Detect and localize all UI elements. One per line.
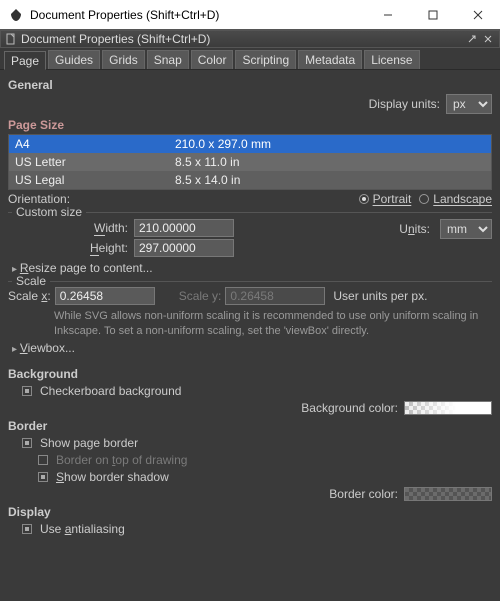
show-page-border-checkbox[interactable]: Show page border: [22, 436, 492, 450]
checkbox-icon: [22, 524, 32, 534]
scale-x-input[interactable]: [55, 287, 155, 305]
tab-metadata[interactable]: Metadata: [298, 50, 362, 69]
tab-license[interactable]: License: [364, 50, 419, 69]
document-icon: [5, 33, 17, 45]
height-input[interactable]: [134, 239, 234, 257]
tab-page[interactable]: Page: [4, 51, 46, 70]
width-label: Width:: [28, 219, 128, 237]
resize-to-content-expander[interactable]: Resize page to content...: [12, 261, 492, 275]
window-controls: [365, 0, 500, 29]
checkbox-icon: [22, 386, 32, 396]
app-logo-icon: [8, 7, 24, 23]
scale-x-label: Scale x:: [8, 289, 51, 303]
scale-group: Scale Scale x: Scale y: User units per p…: [8, 281, 492, 355]
tab-color[interactable]: Color: [191, 50, 234, 69]
dock-undock-button[interactable]: [465, 32, 479, 46]
checkerboard-checkbox[interactable]: Checkerboard background: [22, 384, 492, 398]
border-color-label: Border color:: [329, 487, 398, 501]
page-size-row-us-legal[interactable]: US Legal 8.5 x 14.0 in: [9, 171, 491, 189]
scale-help-text: While SVG allows non-uniform scaling it …: [54, 309, 492, 339]
show-border-shadow-checkbox[interactable]: Show border shadow: [38, 470, 492, 484]
dock-titlebar[interactable]: Document Properties (Shift+Ctrl+D): [0, 30, 500, 48]
custom-units-select[interactable]: mm: [440, 219, 492, 239]
orientation-landscape[interactable]: Landscape: [419, 192, 492, 206]
section-border: Border: [8, 419, 492, 433]
dock-close-button[interactable]: [481, 32, 495, 46]
window-title: Document Properties (Shift+Ctrl+D): [30, 8, 365, 22]
border-on-top-checkbox[interactable]: Border on top of drawing: [38, 453, 492, 467]
tab-snap[interactable]: Snap: [147, 50, 189, 69]
section-display: Display: [8, 505, 492, 519]
width-input[interactable]: [134, 219, 234, 237]
orientation-portrait[interactable]: Portrait: [359, 192, 412, 206]
radio-icon: [359, 194, 369, 204]
orientation-label: Orientation:: [8, 192, 70, 206]
tab-guides[interactable]: Guides: [48, 50, 100, 69]
minimize-button[interactable]: [365, 0, 410, 29]
close-button[interactable]: [455, 0, 500, 29]
tab-scripting[interactable]: Scripting: [235, 50, 296, 69]
display-units-label: Display units:: [369, 97, 440, 111]
display-units-select[interactable]: px: [446, 94, 492, 114]
checkbox-icon: [22, 438, 32, 448]
height-label: Height:: [28, 239, 128, 257]
checkbox-icon: [38, 472, 48, 482]
radio-icon: [419, 194, 429, 204]
border-color-swatch[interactable]: [404, 487, 492, 501]
section-general: General: [8, 78, 492, 92]
background-color-swatch[interactable]: [404, 401, 492, 415]
user-units-label: User units per px.: [333, 289, 427, 303]
custom-size-group: Custom size Width: Height: Units: mm Res…: [8, 212, 492, 275]
maximize-button[interactable]: [410, 0, 455, 29]
use-antialiasing-checkbox[interactable]: Use antialiasing: [22, 522, 492, 536]
dock-title: Document Properties (Shift+Ctrl+D): [21, 32, 463, 46]
tab-bar: Page Guides Grids Snap Color Scripting M…: [0, 48, 500, 70]
custom-units-label: Units:: [399, 222, 430, 236]
scale-y-input: [225, 287, 325, 305]
background-color-label: Background color:: [301, 401, 398, 415]
section-background: Background: [8, 367, 492, 381]
scale-y-label: Scale y:: [179, 289, 222, 303]
section-page-size: Page Size: [8, 118, 492, 132]
page-size-row-us-letter[interactable]: US Letter 8.5 x 11.0 in: [9, 153, 491, 171]
page-size-row-a4[interactable]: A4 210.0 x 297.0 mm: [9, 135, 491, 153]
page-size-list[interactable]: A4 210.0 x 297.0 mm US Letter 8.5 x 11.0…: [8, 134, 492, 190]
tab-grids[interactable]: Grids: [102, 50, 145, 69]
checkbox-icon: [38, 455, 48, 465]
window-titlebar: Document Properties (Shift+Ctrl+D): [0, 0, 500, 30]
viewbox-expander[interactable]: Viewbox...: [12, 341, 492, 355]
